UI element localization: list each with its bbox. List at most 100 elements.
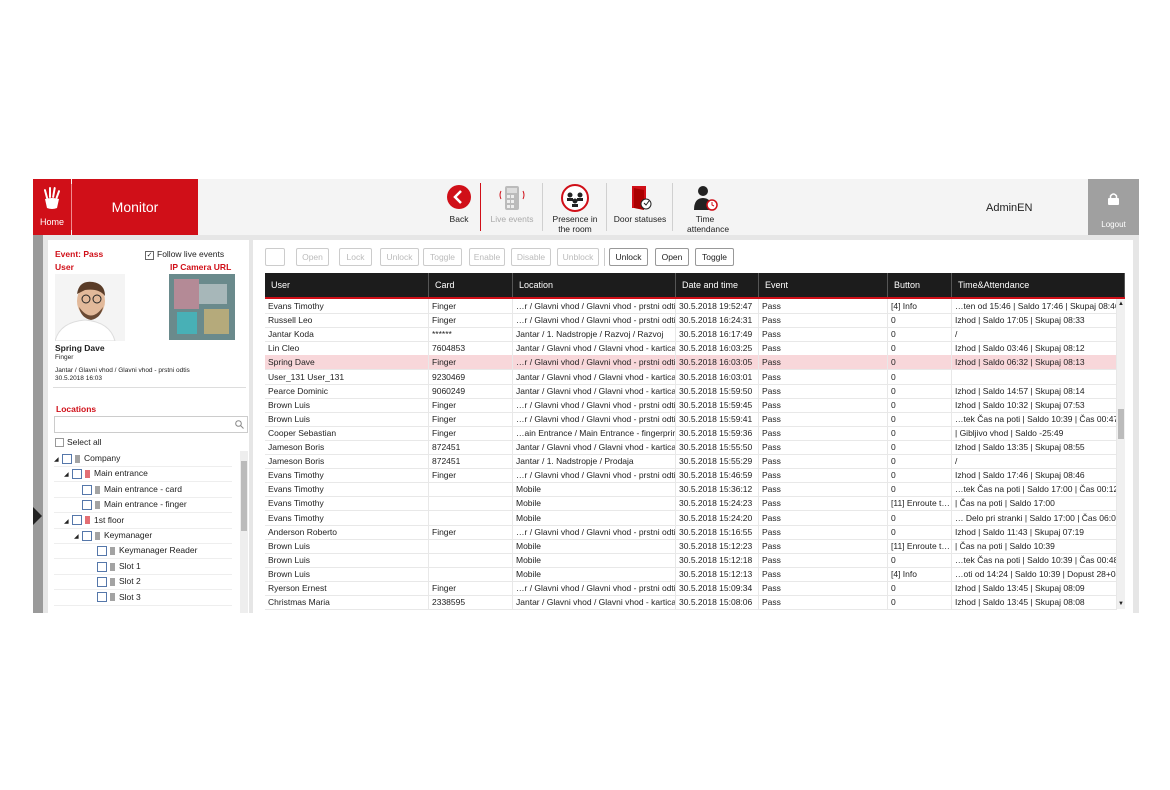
- back-button[interactable]: Back: [440, 179, 478, 235]
- table-row[interactable]: Cooper Sebastian Finger …ain Entrance / Ma…: [265, 425, 1117, 441]
- table-cell: Mobile: [513, 538, 676, 553]
- tree-item[interactable]: ◢ Keymanager: [54, 528, 232, 544]
- action-button[interactable]: Open: [655, 248, 689, 266]
- table-row[interactable]: Brown Luis Finger …r / Glavni vhod / Glavn…: [265, 397, 1117, 413]
- column-header[interactable]: Time&Attendance: [952, 273, 1125, 297]
- table-cell: Brown Luis: [265, 552, 429, 567]
- table-cell: /: [952, 454, 1117, 469]
- table-cell: 30.5.2018 16:17:49: [676, 327, 759, 342]
- table-cell: …tek Čas na poti | Saldo 10:39 | Čas 00:…: [952, 552, 1117, 567]
- table-cell: Anderson Roberto: [265, 524, 429, 539]
- tree-item[interactable]: ◢ Company: [54, 451, 232, 467]
- checkbox-icon[interactable]: [97, 576, 107, 587]
- tree-item[interactable]: Keymanager Reader: [54, 543, 232, 560]
- table-row[interactable]: Evans Timothy Mobile 30.5.2018 15:36:12 Pas…: [265, 482, 1117, 498]
- tree-scrollbar[interactable]: [240, 451, 248, 613]
- disabled-action-button[interactable]: Disable: [511, 248, 551, 266]
- table-row[interactable]: Jameson Boris 872451 Jantar / Glavni vhod …: [265, 440, 1117, 455]
- scroll-thumb[interactable]: [241, 461, 247, 531]
- scroll-up-icon[interactable]: ▲: [1118, 301, 1124, 307]
- checkbox-icon[interactable]: [72, 469, 82, 480]
- table-row[interactable]: Evans Timothy Mobile 30.5.2018 15:24:20 Pas…: [265, 510, 1117, 526]
- column-header[interactable]: Date and time: [676, 273, 759, 297]
- action-button[interactable]: Unlock: [609, 248, 648, 266]
- table-row[interactable]: Evans Timothy Finger …r / Glavni vhod / Gl…: [265, 299, 1117, 314]
- tree-item[interactable]: ◢ Main entrance: [54, 466, 232, 483]
- table-cell: Pass: [759, 482, 888, 497]
- home-button[interactable]: Home: [33, 179, 71, 235]
- table-cell: | Gibljivo vhod | Saldo -25:49: [952, 425, 1117, 440]
- tree-item[interactable]: Main entrance - finger: [54, 497, 232, 514]
- table-cell: Izhod | Saldo 17:05 | Skupaj 08:33: [952, 313, 1117, 328]
- action-button[interactable]: Toggle: [695, 248, 734, 266]
- table-row[interactable]: Evans Timothy Mobile 30.5.2018 15:24:23 Pas…: [265, 496, 1117, 512]
- tree-item[interactable]: ◢ 1st floor: [54, 513, 232, 529]
- checkbox-icon[interactable]: [72, 515, 82, 526]
- table-row[interactable]: Jantar Koda ****** Jantar / 1. Nadstropje …: [265, 327, 1117, 343]
- table-row[interactable]: Lin Cleo 7604853 Jantar / Glavni vhod / Gl…: [265, 341, 1117, 357]
- table-row[interactable]: Anderson Roberto Finger …r / Glavni vhod /…: [265, 524, 1117, 540]
- column-header[interactable]: User: [265, 273, 429, 297]
- table-row[interactable]: Russell Leo Finger …r / Glavni vhod / Glav…: [265, 313, 1117, 329]
- door-statuses-button[interactable]: Door statuses: [611, 179, 669, 235]
- checkbox-icon[interactable]: [55, 438, 64, 448]
- disabled-action-button[interactable]: Unblock: [557, 248, 599, 266]
- scroll-thumb[interactable]: [1118, 409, 1124, 439]
- toggle-panel-button[interactable]: [265, 248, 285, 266]
- table-row[interactable]: Spring Dave Finger …r / Glavni vhod / Glav…: [265, 355, 1117, 371]
- column-header[interactable]: Event: [759, 273, 888, 297]
- checkbox-icon[interactable]: [97, 546, 107, 557]
- time-attendance-button[interactable]: Time attendance: [677, 179, 733, 235]
- table-cell: ******: [429, 327, 513, 342]
- column-header[interactable]: Card: [429, 273, 513, 297]
- search-icon[interactable]: [235, 420, 244, 429]
- table-row[interactable]: User_131 User_131 9230469 Jantar / Glavni …: [265, 369, 1117, 385]
- table-scrollbar[interactable]: ▲ ▼: [1117, 299, 1125, 609]
- disabled-action-button[interactable]: Open: [296, 248, 329, 266]
- disabled-action-button[interactable]: Unlock: [380, 248, 419, 266]
- column-header[interactable]: Location: [513, 273, 676, 297]
- checkbox-icon[interactable]: [62, 453, 72, 464]
- column-header[interactable]: Button: [888, 273, 952, 297]
- table-row[interactable]: Jameson Boris 872451 Jantar / 1. Nadstropj…: [265, 454, 1117, 470]
- collapse-arrow-icon[interactable]: [33, 507, 42, 525]
- table-row[interactable]: Pearce Dominic 9060249 Jantar / Glavni vho…: [265, 383, 1117, 399]
- table-row[interactable]: Christmas Maria 2338595 Jantar / Glavni vh…: [265, 595, 1117, 611]
- table-cell: Mobile: [513, 510, 676, 525]
- tree-item[interactable]: Slot 1: [54, 559, 232, 575]
- table-cell: 0: [888, 341, 952, 356]
- checkbox-icon[interactable]: [97, 561, 107, 572]
- checkbox-icon[interactable]: [82, 530, 92, 541]
- checkbox-icon[interactable]: [97, 592, 107, 603]
- table-row[interactable]: Brown Luis Mobile 30.5.2018 15:12:23 Pass [1…: [265, 538, 1117, 554]
- tree-item[interactable]: Slot 3: [54, 590, 232, 606]
- select-all-checkbox[interactable]: Select all: [55, 437, 102, 448]
- table-row[interactable]: Brown Luis Finger …r / Glavni vhod / Glavn…: [265, 411, 1117, 427]
- live-events-button[interactable]: Live events: [485, 179, 539, 235]
- disabled-action-button[interactable]: Lock: [339, 248, 372, 266]
- checkbox-checked-icon[interactable]: ✓: [145, 251, 154, 260]
- tree-item[interactable]: Main entrance - card: [54, 482, 232, 498]
- time-attendance-label: Time attendance: [687, 214, 730, 234]
- table-row[interactable]: Brown Luis Mobile 30.5.2018 15:12:18 Pass 0……: [265, 552, 1117, 568]
- checkbox-icon[interactable]: [82, 499, 92, 510]
- disabled-action-button[interactable]: Enable: [469, 248, 505, 266]
- scroll-down-icon[interactable]: ▼: [1118, 601, 1124, 607]
- table-cell: Brown Luis: [265, 538, 429, 553]
- follow-live-checkbox[interactable]: ✓ Follow live events: [145, 249, 224, 260]
- disabled-action-button[interactable]: Toggle: [423, 248, 462, 266]
- camera-label: IP Camera URL: [170, 262, 232, 272]
- checkbox-icon[interactable]: [82, 484, 92, 495]
- side-collapse-bar[interactable]: [33, 235, 43, 613]
- tree-item[interactable]: Slot 2: [54, 574, 232, 591]
- table-row[interactable]: Brown Luis Mobile 30.5.2018 15:12:13 Pass [4…: [265, 566, 1117, 582]
- lock-icon: [1108, 193, 1119, 205]
- location-search-input[interactable]: [54, 416, 248, 433]
- presence-button[interactable]: Presence in the room: [547, 179, 603, 235]
- table-cell: Christmas Maria: [265, 595, 429, 610]
- table-row[interactable]: Ryerson Ernest Finger …r / Glavni vhod / G…: [265, 581, 1117, 596]
- table-cell: …r / Glavni vhod / Glavni vhod - prstni …: [513, 411, 676, 426]
- logout-button[interactable]: Logout: [1088, 179, 1139, 235]
- table-row[interactable]: Evans Timothy Finger …r / Glavni vhod / Gl…: [265, 468, 1117, 484]
- tree-item-label: Keymanager Reader: [119, 545, 198, 556]
